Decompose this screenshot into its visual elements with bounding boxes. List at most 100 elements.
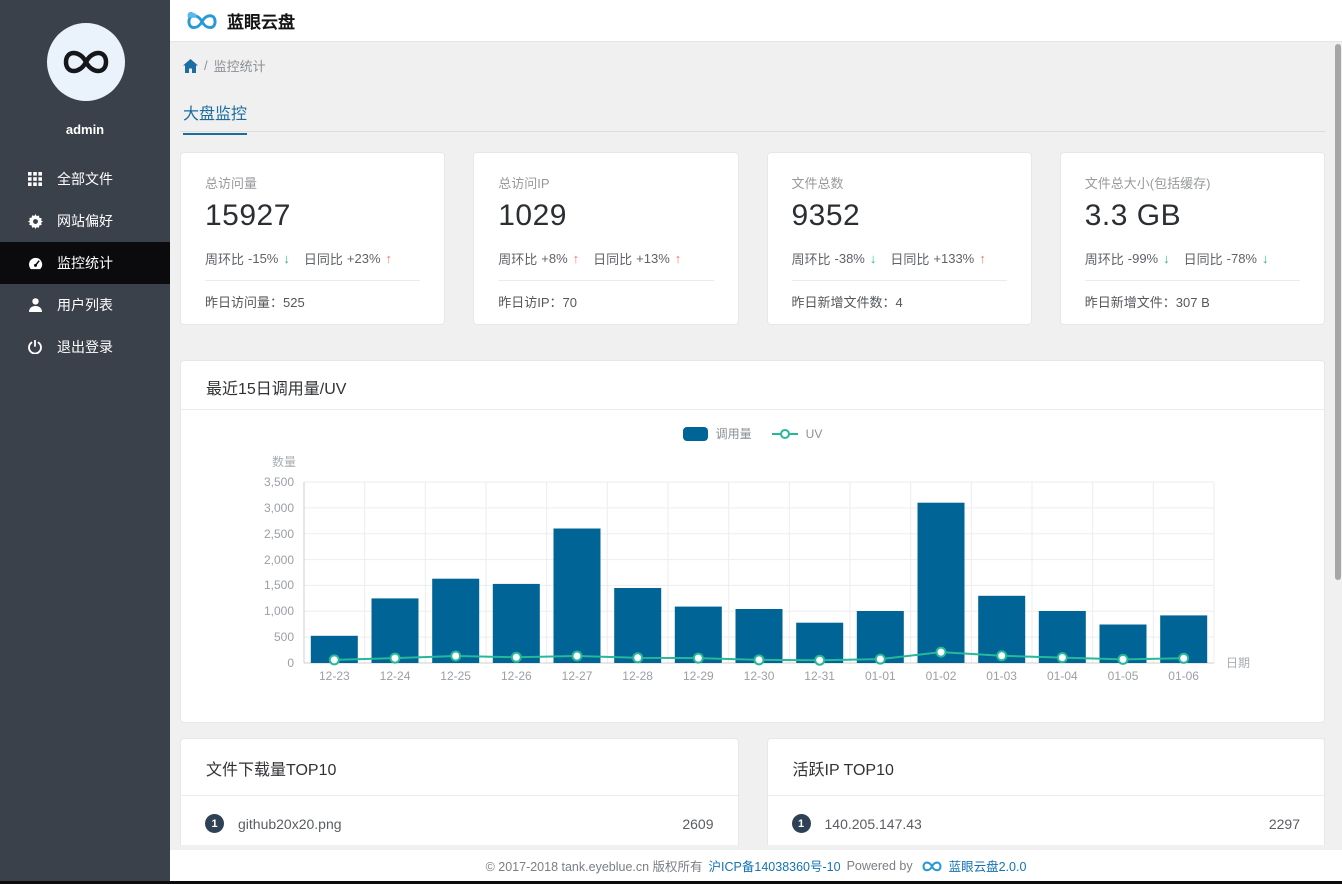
- stat-trend: 周环比 +8% ↑ 日同比 +13% ↑: [498, 249, 713, 268]
- stat-footer-value: 4: [895, 295, 903, 310]
- powered-by-text: Powered by: [846, 858, 913, 873]
- trend-day-value: +23%: [346, 251, 381, 266]
- trend-day-value: -78%: [1226, 251, 1257, 266]
- bar[interactable]: [553, 528, 601, 664]
- trend-week-value: +8%: [541, 251, 568, 266]
- dashboard-icon: [27, 255, 43, 271]
- sidebar-item-users[interactable]: 用户列表: [0, 284, 170, 326]
- trend-up-icon: ↑: [572, 251, 580, 266]
- stat-footer-value: 70: [562, 295, 578, 310]
- sidebar-item-logout[interactable]: 退出登录: [0, 326, 170, 368]
- icp-link[interactable]: 沪ICP备14038360号-10: [709, 856, 841, 875]
- line-point[interactable]: [571, 650, 583, 662]
- chart-title: 最近15日调用量/UV: [206, 381, 347, 398]
- scrollbar-thumb[interactable]: [1335, 44, 1341, 580]
- y-tick-label: 0: [287, 656, 294, 670]
- stat-footer-label: 昨日新增文件：: [1084, 295, 1176, 310]
- stat-cards-row: 总访问量 15927 周环比 -15% ↓ 日同比 +23% ↑ 昨日访问量：5…: [180, 152, 1325, 325]
- sidebar-item-label: 全部文件: [57, 171, 113, 187]
- trend-down-icon: ↓: [1163, 251, 1170, 266]
- x-tick-label: 01-02: [925, 669, 957, 683]
- stat-trend: 周环比 -15% ↓ 日同比 +23% ↑: [205, 249, 420, 268]
- line-point[interactable]: [328, 654, 340, 666]
- bar[interactable]: [917, 502, 965, 663]
- top-active-ips-card: 活跃IP TOP10 1 140.205.147.43 2297: [766, 738, 1325, 845]
- y-tick-label: 2,000: [263, 552, 294, 567]
- divider: [498, 280, 714, 281]
- x-axis-title: 日期: [1226, 656, 1251, 670]
- tab-dashboard-monitor[interactable]: 大盘监控: [183, 100, 248, 135]
- x-tick-label: 12-29: [682, 669, 714, 683]
- y-tick-label: 2,500: [263, 526, 294, 541]
- legend-line-swatch-icon: [771, 428, 798, 439]
- app-title: 蓝眼云盘: [227, 13, 295, 32]
- trend-day-label: 日同比: [593, 252, 633, 267]
- line-point[interactable]: [814, 654, 826, 666]
- stat-value: 3.3 GB: [1084, 199, 1182, 232]
- visit-count: 2297: [1268, 815, 1300, 832]
- line-point[interactable]: [632, 652, 644, 664]
- sidebar-item-label: 用户列表: [57, 297, 113, 313]
- line-point[interactable]: [692, 652, 704, 664]
- trend-week-label: 周环比: [498, 252, 538, 267]
- bar[interactable]: [492, 583, 540, 663]
- home-icon[interactable]: [183, 58, 198, 73]
- trend-down-icon: ↓: [869, 251, 877, 266]
- line-point[interactable]: [510, 651, 522, 663]
- x-tick-label: 01-01: [864, 669, 896, 683]
- legend-item-bar[interactable]: 调用量: [682, 425, 752, 442]
- trend-up-icon: ↑: [674, 251, 682, 266]
- trend-week-value: -38%: [834, 251, 865, 266]
- legend-label: 调用量: [715, 427, 752, 441]
- chart-legend: 调用量 UV: [181, 425, 1324, 442]
- footer: © 2017-2018 tank.eyeblue.cn 版权所有 沪ICP备14…: [170, 850, 1342, 881]
- x-tick-label: 01-04: [1046, 669, 1078, 683]
- sidebar-item-preferences[interactable]: 网站偏好: [0, 200, 170, 242]
- line-point[interactable]: [1117, 653, 1129, 665]
- bar[interactable]: [614, 588, 662, 663]
- header-brand[interactable]: 蓝眼云盘: [185, 8, 295, 34]
- y-tick-label: 1,500: [263, 578, 294, 593]
- trend-day-value: +133%: [933, 251, 975, 266]
- trend-week-value: -15%: [248, 251, 279, 266]
- chart-plot: [303, 481, 1215, 666]
- x-tick-label: 12-27: [561, 669, 593, 683]
- breadcrumb-current: 监控统计: [213, 59, 266, 74]
- trend-down-icon: ↓: [283, 251, 290, 266]
- stat-value: 15927: [205, 199, 291, 232]
- line-point[interactable]: [935, 646, 947, 658]
- sidebar-item-all-files[interactable]: 全部文件: [0, 158, 170, 200]
- trend-week-value: -99%: [1127, 251, 1159, 266]
- line-point[interactable]: [996, 650, 1008, 662]
- bar[interactable]: [432, 578, 480, 663]
- list-title: 文件下载量TOP10: [206, 762, 337, 779]
- power-icon: [27, 339, 43, 355]
- legend-item-line[interactable]: UV: [771, 427, 822, 441]
- x-tick-label: 12-31: [804, 669, 835, 683]
- line-point[interactable]: [389, 652, 401, 664]
- trend-up-icon: ↑: [979, 251, 986, 266]
- line-point[interactable]: [450, 650, 462, 662]
- line-point[interactable]: [874, 653, 886, 665]
- line-point[interactable]: [1178, 652, 1190, 664]
- trend-week-label: 周环比: [791, 252, 831, 267]
- sidebar-item-monitoring[interactable]: 监控统计: [0, 242, 170, 284]
- x-tick-label: 01-05: [1107, 669, 1139, 683]
- header: 蓝眼云盘: [170, 0, 1342, 42]
- line-point[interactable]: [1056, 652, 1068, 664]
- sidebar-item-label: 网站偏好: [57, 213, 113, 229]
- sidebar: admin 全部文件 网站偏好 监控统计 用户列表 退出登录: [0, 0, 170, 884]
- product-link[interactable]: 蓝眼云盘2.0.0: [949, 856, 1027, 875]
- trend-day-label: 日同比: [890, 252, 930, 267]
- list-title: 活跃IP TOP10: [792, 762, 894, 779]
- infinity-logo-icon: [63, 50, 109, 74]
- copyright-text: © 2017-2018 tank.eyeblue.cn 版权所有: [485, 860, 703, 874]
- y-tick-label: 3,500: [263, 475, 294, 489]
- line-point[interactable]: [753, 654, 765, 666]
- chart-card: 最近15日调用量/UV 调用量 UV 数量 0 500 1,000 1,500 2,00…: [180, 360, 1325, 723]
- stat-footer: 昨日访IP：70: [498, 292, 713, 311]
- tabbar: 大盘监控: [180, 100, 1325, 135]
- stat-footer-value: 307 B: [1175, 295, 1210, 310]
- x-tick-label: 01-03: [986, 669, 1017, 683]
- stat-card-total-ips: 总访问IP 1029 周环比 +8% ↑ 日同比 +13% ↑ 昨日访IP：70: [473, 152, 739, 325]
